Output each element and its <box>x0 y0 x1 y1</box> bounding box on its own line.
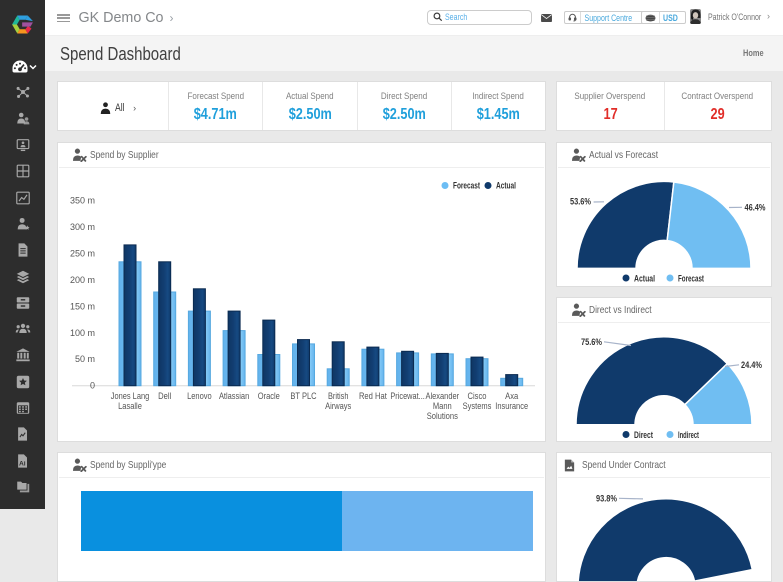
svg-text:46.4%: 46.4% <box>745 203 766 214</box>
svg-text:0: 0 <box>90 381 95 391</box>
svg-text:Atlassian: Atlassian <box>219 391 249 401</box>
svg-text:Actual: Actual <box>496 181 516 191</box>
svg-text:300 m: 300 m <box>70 222 95 232</box>
svg-text:BT PLC: BT PLC <box>290 391 317 401</box>
svg-text:Direct: Direct <box>634 430 653 440</box>
svg-text:Lasalle: Lasalle <box>118 401 142 411</box>
svg-text:250 m: 250 m <box>70 248 95 258</box>
svg-text:Oracle: Oracle <box>258 391 280 401</box>
svg-text:Forecast: Forecast <box>678 273 704 283</box>
svg-text:Forecast: Forecast <box>453 181 480 191</box>
svg-text:150 m: 150 m <box>70 301 95 311</box>
svg-text:50 m: 50 m <box>75 354 95 364</box>
svg-text:Jones Lang: Jones Lang <box>111 391 150 401</box>
svg-text:Cisco: Cisco <box>468 391 487 401</box>
svg-text:Dell: Dell <box>158 391 171 401</box>
svg-text:Mann: Mann <box>433 401 452 411</box>
svg-text:Red Hat: Red Hat <box>359 391 387 401</box>
svg-text:350 m: 350 m <box>70 195 95 205</box>
svg-text:Airways: Airways <box>325 401 352 411</box>
svg-text:Pricewat...: Pricewat... <box>390 391 424 401</box>
svg-text:75.6%: 75.6% <box>581 337 602 348</box>
svg-text:Systems: Systems <box>463 401 492 411</box>
svg-text:Lenovo: Lenovo <box>187 391 212 401</box>
svg-text:100 m: 100 m <box>70 328 95 338</box>
svg-text:Ai: Ai <box>19 460 26 467</box>
svg-text:53.6%: 53.6% <box>570 196 591 207</box>
svg-text:200 m: 200 m <box>70 275 95 285</box>
svg-text:Solutions: Solutions <box>427 411 459 421</box>
svg-text:Axa: Axa <box>505 391 518 401</box>
svg-text:Actual: Actual <box>634 273 655 283</box>
svg-text:British: British <box>328 391 349 401</box>
svg-text:93.8%: 93.8% <box>596 494 617 505</box>
svg-text:24.4%: 24.4% <box>741 360 762 371</box>
svg-text:Insurance: Insurance <box>495 401 528 411</box>
svg-text:Indirect: Indirect <box>678 430 699 440</box>
svg-text:Alexander: Alexander <box>426 391 460 401</box>
